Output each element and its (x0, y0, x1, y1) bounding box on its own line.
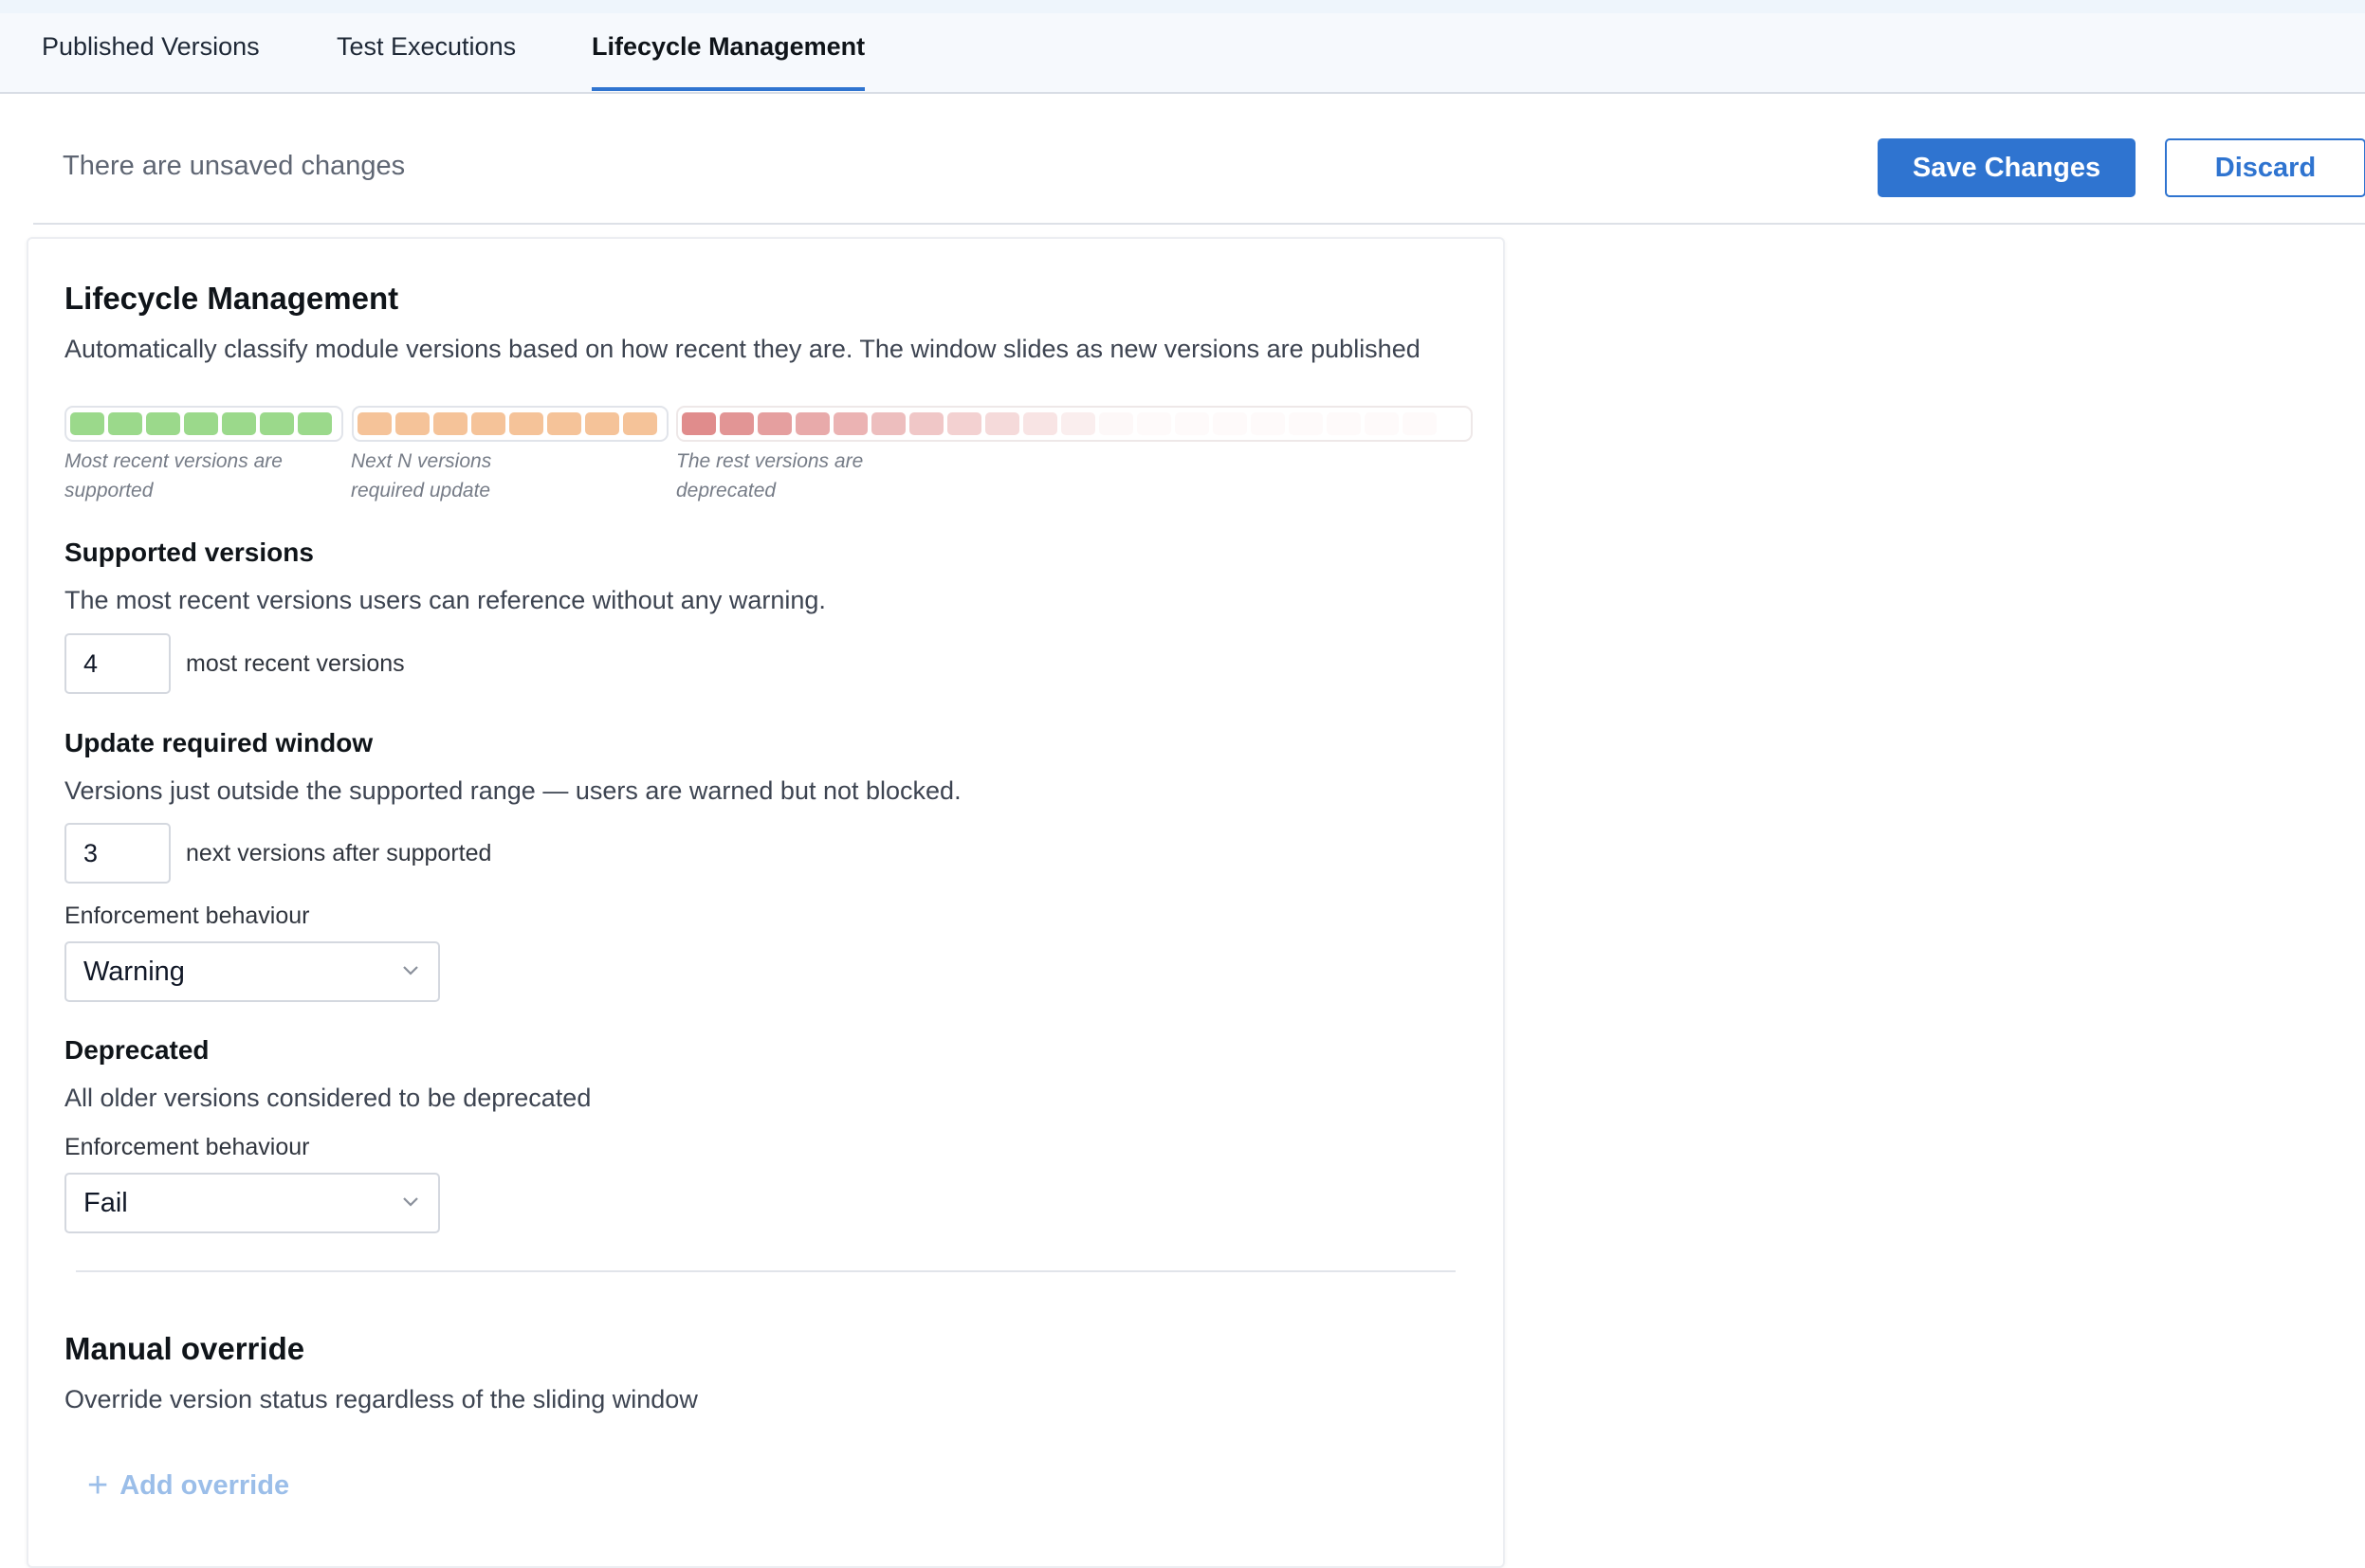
update-version-block (623, 412, 657, 435)
deprecated-version-block (796, 412, 830, 435)
deprecated-version-block (1061, 412, 1095, 435)
update-enforcement-label: Enforcement behaviour (64, 903, 310, 929)
tab-lifecycle-management[interactable]: Lifecycle Management (592, 32, 865, 62)
deprecated-version-block (720, 412, 754, 435)
unsaved-changes-message: There are unsaved changes (63, 151, 406, 181)
manual-override-description: Override version status regardless of th… (64, 1385, 698, 1413)
deprecated-version-block (1402, 412, 1437, 435)
deprecated-version-block (682, 412, 716, 435)
deprecated-version-block (985, 412, 1019, 435)
plus-icon: + (87, 1466, 109, 1505)
update-window-suffix: next versions after supported (186, 840, 492, 866)
deprecated-caption: The rest versions are deprecated (676, 450, 864, 501)
supported-window-segment (64, 406, 343, 442)
active-tab-indicator (592, 87, 865, 91)
add-override-button[interactable]: + Add override (87, 1468, 289, 1504)
deprecated-title: Deprecated (64, 1035, 210, 1065)
update-window-title: Update required window (64, 728, 374, 757)
tab-test-executions[interactable]: Test Executions (337, 32, 516, 62)
deprecated-version-block (1289, 412, 1323, 435)
chevron-down-icon (403, 966, 418, 975)
update-version-block (585, 412, 619, 435)
deprecated-version-block (1137, 412, 1171, 435)
deprecated-version-block (1213, 412, 1247, 435)
unsaved-changes-bar: There are unsaved changes Save Changes D… (33, 92, 2365, 225)
top-strip (0, 0, 2365, 13)
manual-override-title: Manual override (64, 1331, 305, 1366)
tab-published-versions[interactable]: Published Versions (42, 32, 260, 62)
supported-version-block (146, 412, 180, 435)
deprecated-version-block (871, 412, 906, 435)
lifecycle-card: Lifecycle Management Automatically class… (27, 237, 1505, 1568)
supported-caption: Most recent versions are supported (64, 450, 283, 501)
deprecated-version-block (1251, 412, 1285, 435)
section-divider (76, 1270, 1456, 1272)
update-version-block (433, 412, 468, 435)
deprecated-description: All older versions considered to be depr… (64, 1084, 592, 1112)
deprecated-version-block (758, 412, 792, 435)
update-version-block (395, 412, 430, 435)
update-version-block (547, 412, 581, 435)
supported-version-block (70, 412, 104, 435)
update-window-input[interactable]: 3 (64, 823, 171, 884)
deprecated-enforcement-value: Fail (83, 1187, 128, 1218)
deprecated-version-block (909, 412, 944, 435)
deprecated-version-block (1365, 412, 1399, 435)
supported-version-block (184, 412, 218, 435)
deprecated-version-block (834, 412, 868, 435)
update-window-segment (352, 406, 669, 442)
deprecated-version-block (1175, 412, 1209, 435)
supported-versions-input[interactable]: 4 (64, 633, 171, 694)
supported-versions-suffix: most recent versions (186, 650, 405, 677)
supported-version-block (108, 412, 142, 435)
update-version-block (358, 412, 392, 435)
deprecated-version-block (1023, 412, 1057, 435)
lifecycle-title: Lifecycle Management (64, 281, 399, 316)
supported-version-block (260, 412, 294, 435)
deprecated-window-segment (676, 406, 1473, 442)
save-changes-button[interactable]: Save Changes (1878, 138, 2136, 197)
update-enforcement-select[interactable]: Warning (64, 941, 440, 1002)
supported-versions-description: The most recent versions users can refer… (64, 586, 826, 614)
update-enforcement-value: Warning (83, 956, 185, 987)
deprecated-enforcement-label: Enforcement behaviour (64, 1134, 310, 1160)
discard-button[interactable]: Discard (2165, 138, 2365, 197)
deprecated-enforcement-select[interactable]: Fail (64, 1173, 440, 1233)
deprecated-version-block (1099, 412, 1133, 435)
supported-version-block (298, 412, 332, 435)
add-override-label: Add override (119, 1469, 290, 1501)
deprecated-version-block (947, 412, 981, 435)
lifecycle-description: Automatically classify module versions b… (64, 335, 1421, 363)
update-caption: Next N versions required update (351, 450, 492, 501)
update-window-description: Versions just outside the supported rang… (64, 776, 962, 805)
supported-version-block (222, 412, 256, 435)
deprecated-version-block (1327, 412, 1361, 435)
update-version-block (471, 412, 505, 435)
tabs-bar: Published Versions Test Executions Lifec… (0, 0, 2365, 94)
update-version-block (509, 412, 543, 435)
chevron-down-icon (403, 1197, 418, 1207)
supported-versions-title: Supported versions (64, 538, 314, 567)
